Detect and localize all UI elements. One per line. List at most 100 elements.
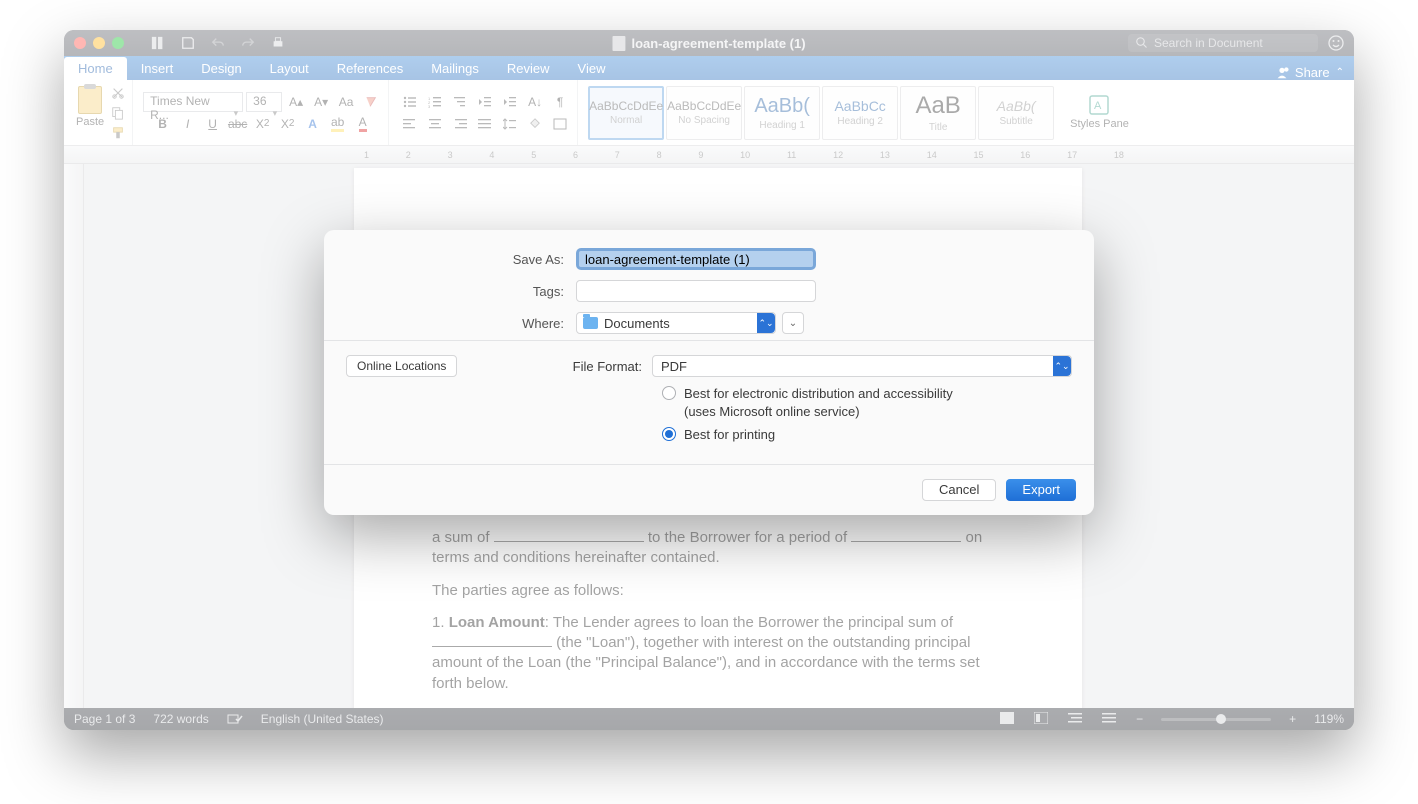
tab-mailings[interactable]: Mailings: [417, 57, 493, 80]
save-icon[interactable]: [180, 35, 196, 51]
online-locations-button[interactable]: Online Locations: [346, 355, 457, 377]
cut-icon[interactable]: [110, 86, 126, 100]
shading-button[interactable]: [524, 114, 546, 134]
spellcheck-icon[interactable]: [227, 712, 243, 726]
search-document-field[interactable]: Search in Document: [1128, 34, 1318, 52]
docs-icon[interactable]: [150, 35, 166, 51]
tags-input[interactable]: [576, 280, 816, 302]
shrink-font-button[interactable]: A▾: [310, 92, 332, 112]
style-title[interactable]: AaBTitle: [900, 86, 976, 140]
language-indicator[interactable]: English (United States): [261, 712, 384, 726]
style-heading-2[interactable]: AaBbCcHeading 2: [822, 86, 898, 140]
underline-button[interactable]: U: [202, 114, 224, 134]
grow-font-button[interactable]: A▴: [285, 92, 307, 112]
italic-button[interactable]: I: [177, 114, 199, 134]
style-no-spacing[interactable]: AaBbCcDdEeNo Spacing: [666, 86, 742, 140]
save-as-input[interactable]: [576, 248, 816, 270]
file-format-label: File Format:: [568, 359, 652, 374]
view-web-layout-icon[interactable]: [1034, 712, 1050, 726]
best-printing-radio[interactable]: Best for printing: [662, 426, 1072, 444]
svg-text:A: A: [1094, 100, 1102, 112]
window-controls: [64, 37, 124, 49]
clear-format-button[interactable]: [360, 92, 382, 112]
multilevel-list-button[interactable]: [449, 92, 471, 112]
export-dialog: Save As: Tags: Where: Documents ⌃⌄ ⌄ Onl…: [324, 230, 1094, 515]
justify-button[interactable]: [474, 114, 496, 134]
subscript-button[interactable]: X2: [252, 114, 274, 134]
text-effects-button[interactable]: A: [302, 114, 324, 134]
numbering-button[interactable]: 123: [424, 92, 446, 112]
undo-icon[interactable]: [210, 35, 226, 51]
folder-icon: [583, 317, 598, 329]
format-painter-icon[interactable]: [110, 126, 126, 140]
font-size-select[interactable]: 36: [246, 92, 282, 112]
tab-design[interactable]: Design: [187, 57, 255, 80]
where-label: Where:: [346, 316, 576, 331]
search-icon: [1136, 37, 1148, 49]
best-electronic-radio[interactable]: Best for electronic distribution and acc…: [662, 385, 1072, 420]
maximize-window-button[interactable]: [112, 37, 124, 49]
document-text[interactable]: a sum of to the Borrower for a period of…: [432, 528, 1004, 706]
ribbon: Paste Times New R... 36 A▴ A▾ Aa B I: [64, 80, 1354, 146]
horizontal-ruler[interactable]: 123456789101112131415161718: [64, 146, 1354, 164]
save-as-label: Save As:: [346, 252, 576, 267]
tab-insert[interactable]: Insert: [127, 57, 188, 80]
clipboard-icon: [78, 86, 102, 114]
redo-icon[interactable]: [240, 35, 256, 51]
print-icon[interactable]: [270, 35, 286, 51]
font-color-button[interactable]: A: [352, 114, 374, 134]
increase-indent-button[interactable]: [499, 92, 521, 112]
tab-home[interactable]: Home: [64, 57, 127, 80]
zoom-in-button[interactable]: +: [1289, 712, 1296, 726]
highlight-button[interactable]: ab: [327, 114, 349, 134]
view-draft-icon[interactable]: [1102, 712, 1118, 726]
tab-references[interactable]: References: [323, 57, 417, 80]
expand-browser-button[interactable]: ⌄: [782, 312, 804, 334]
superscript-button[interactable]: X2: [277, 114, 299, 134]
align-right-button[interactable]: [449, 114, 471, 134]
font-name-select[interactable]: Times New R...: [143, 92, 243, 112]
cancel-button[interactable]: Cancel: [922, 479, 996, 501]
show-marks-button[interactable]: ¶: [549, 92, 571, 112]
borders-button[interactable]: [549, 114, 571, 134]
close-window-button[interactable]: [74, 37, 86, 49]
tags-label: Tags:: [346, 284, 576, 299]
sort-button[interactable]: A↓: [524, 92, 546, 112]
style-heading-1[interactable]: AaBb(Heading 1: [744, 86, 820, 140]
export-button[interactable]: Export: [1006, 479, 1076, 501]
styles-gallery[interactable]: AaBbCcDdEeNormal AaBbCcDdEeNo Spacing Aa…: [588, 86, 1054, 140]
tab-layout[interactable]: Layout: [256, 57, 323, 80]
minimize-window-button[interactable]: [93, 37, 105, 49]
share-icon: [1275, 66, 1289, 80]
styles-pane-icon: A: [1088, 94, 1110, 116]
radio-checked-icon: [662, 427, 676, 441]
tab-review[interactable]: Review: [493, 57, 564, 80]
tab-view[interactable]: View: [564, 57, 620, 80]
page-indicator[interactable]: Page 1 of 3: [74, 712, 135, 726]
align-left-button[interactable]: [399, 114, 421, 134]
paste-button[interactable]: Paste: [76, 86, 104, 128]
zoom-out-button[interactable]: −: [1136, 712, 1143, 726]
smiley-feedback-icon[interactable]: [1328, 35, 1344, 51]
file-format-select[interactable]: PDF ⌃⌄: [652, 355, 1072, 377]
decrease-indent-button[interactable]: [474, 92, 496, 112]
zoom-slider[interactable]: [1161, 718, 1271, 721]
where-select[interactable]: Documents ⌃⌄: [576, 312, 776, 334]
ribbon-tabs: Home Insert Design Layout References Mai…: [64, 56, 1354, 80]
vertical-ruler[interactable]: [64, 164, 84, 708]
bullets-button[interactable]: [399, 92, 421, 112]
word-count[interactable]: 722 words: [153, 712, 208, 726]
style-normal[interactable]: AaBbCcDdEeNormal: [588, 86, 664, 140]
svg-text:3: 3: [428, 104, 431, 108]
align-center-button[interactable]: [424, 114, 446, 134]
copy-icon[interactable]: [110, 106, 126, 120]
view-outline-icon[interactable]: [1068, 712, 1084, 726]
zoom-percent[interactable]: 119%: [1314, 712, 1344, 726]
line-spacing-button[interactable]: [499, 114, 521, 134]
style-subtitle[interactable]: AaBb(Subtitle: [978, 86, 1054, 140]
change-case-button[interactable]: Aa: [335, 92, 357, 112]
view-print-layout-icon[interactable]: [1000, 712, 1016, 726]
document-title: loan-agreement-template (1): [612, 36, 805, 51]
styles-pane-button[interactable]: A Styles Pane: [1070, 94, 1129, 130]
share-button[interactable]: Share ⌃: [1275, 65, 1344, 80]
